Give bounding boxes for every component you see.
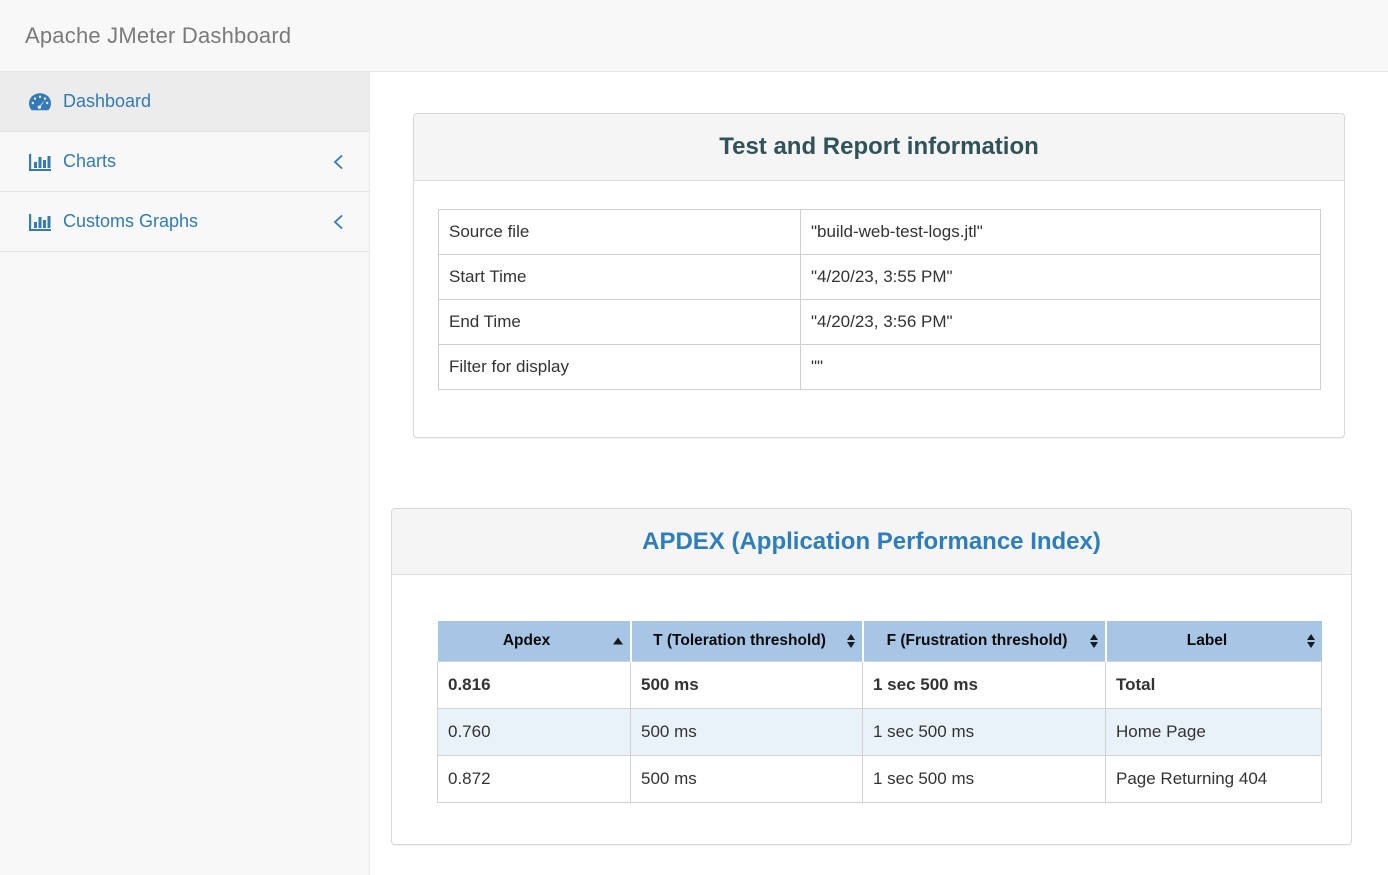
info-value: "4/20/23, 3:56 PM" [801, 300, 1321, 345]
frustration-value: 1 sec 500 ms [863, 708, 1106, 755]
apdex-row-total: 0.816 500 ms 1 sec 500 ms Total [438, 661, 1322, 708]
column-header-label[interactable]: Label [1106, 621, 1322, 661]
apdex-panel-heading: APDEX (Application Performance Index) [392, 509, 1351, 575]
test-info-panel-title: Test and Report information [719, 133, 1039, 161]
sort-both-icon[interactable] [847, 634, 855, 648]
sort-both-icon[interactable] [1307, 634, 1315, 648]
table-row: Source file "build-web-test-logs.jtl" [439, 210, 1321, 255]
sort-both-icon[interactable] [1090, 634, 1098, 648]
test-info-panel: Test and Report information Source file … [413, 113, 1345, 438]
info-label: End Time [439, 300, 801, 345]
sort-asc-icon[interactable] [613, 637, 623, 644]
info-value: "4/20/23, 3:55 PM" [801, 255, 1321, 300]
apdex-value: 0.760 [438, 708, 631, 755]
chevron-left-icon[interactable] [333, 155, 343, 169]
info-label: Source file [439, 210, 801, 255]
sidebar-item-dashboard[interactable]: Dashboard [0, 72, 369, 132]
column-header-frustration[interactable]: F (Frustration threshold) [863, 621, 1106, 661]
apdex-panel-title[interactable]: APDEX (Application Performance Index) [642, 528, 1101, 556]
test-info-panel-heading: Test and Report information [414, 114, 1344, 181]
sidebar-item-customs-graphs[interactable]: Customs Graphs [0, 192, 369, 252]
info-value: "build-web-test-logs.jtl" [801, 210, 1321, 255]
label-value: Page Returning 404 [1106, 755, 1322, 802]
sidebar-item-charts[interactable]: Charts [0, 132, 369, 192]
toleration-value: 500 ms [631, 661, 863, 708]
sidebar-item-label: Customs Graphs [63, 211, 198, 232]
label-value: Total [1106, 661, 1322, 708]
sidebar-item-label: Dashboard [63, 91, 151, 112]
main-content: Test and Report information Source file … [370, 72, 1388, 875]
apdex-header-row: Apdex T (Toleration threshold) F (Frustr… [438, 621, 1322, 661]
apdex-value: 0.816 [438, 661, 631, 708]
sidebar: Dashboard Charts Customs Graphs [0, 72, 370, 875]
table-row: Filter for display "" [439, 345, 1321, 390]
test-info-table: Source file "build-web-test-logs.jtl" St… [438, 209, 1321, 390]
table-row: End Time "4/20/23, 3:56 PM" [439, 300, 1321, 345]
apdex-table: Apdex T (Toleration threshold) F (Frustr… [437, 621, 1322, 803]
frustration-value: 1 sec 500 ms [863, 661, 1106, 708]
table-row: Start Time "4/20/23, 3:55 PM" [439, 255, 1321, 300]
label-value: Home Page [1106, 708, 1322, 755]
column-header-apdex[interactable]: Apdex [438, 621, 631, 661]
info-label: Start Time [439, 255, 801, 300]
sidebar-item-label: Charts [63, 151, 116, 172]
frustration-value: 1 sec 500 ms [863, 755, 1106, 802]
top-navbar: Apache JMeter Dashboard [0, 0, 1388, 72]
bar-chart-icon [28, 212, 52, 232]
toleration-value: 500 ms [631, 755, 863, 802]
chevron-left-icon[interactable] [333, 215, 343, 229]
info-label: Filter for display [439, 345, 801, 390]
column-header-toleration[interactable]: T (Toleration threshold) [631, 621, 863, 661]
apdex-value: 0.872 [438, 755, 631, 802]
apdex-panel: APDEX (Application Performance Index) Ap… [391, 508, 1352, 845]
app-title: Apache JMeter Dashboard [25, 23, 291, 49]
bar-chart-icon [28, 152, 52, 172]
apdex-row: 0.760 500 ms 1 sec 500 ms Home Page [438, 708, 1322, 755]
tachometer-icon [28, 92, 52, 112]
toleration-value: 500 ms [631, 708, 863, 755]
apdex-row: 0.872 500 ms 1 sec 500 ms Page Returning… [438, 755, 1322, 802]
info-value: "" [801, 345, 1321, 390]
